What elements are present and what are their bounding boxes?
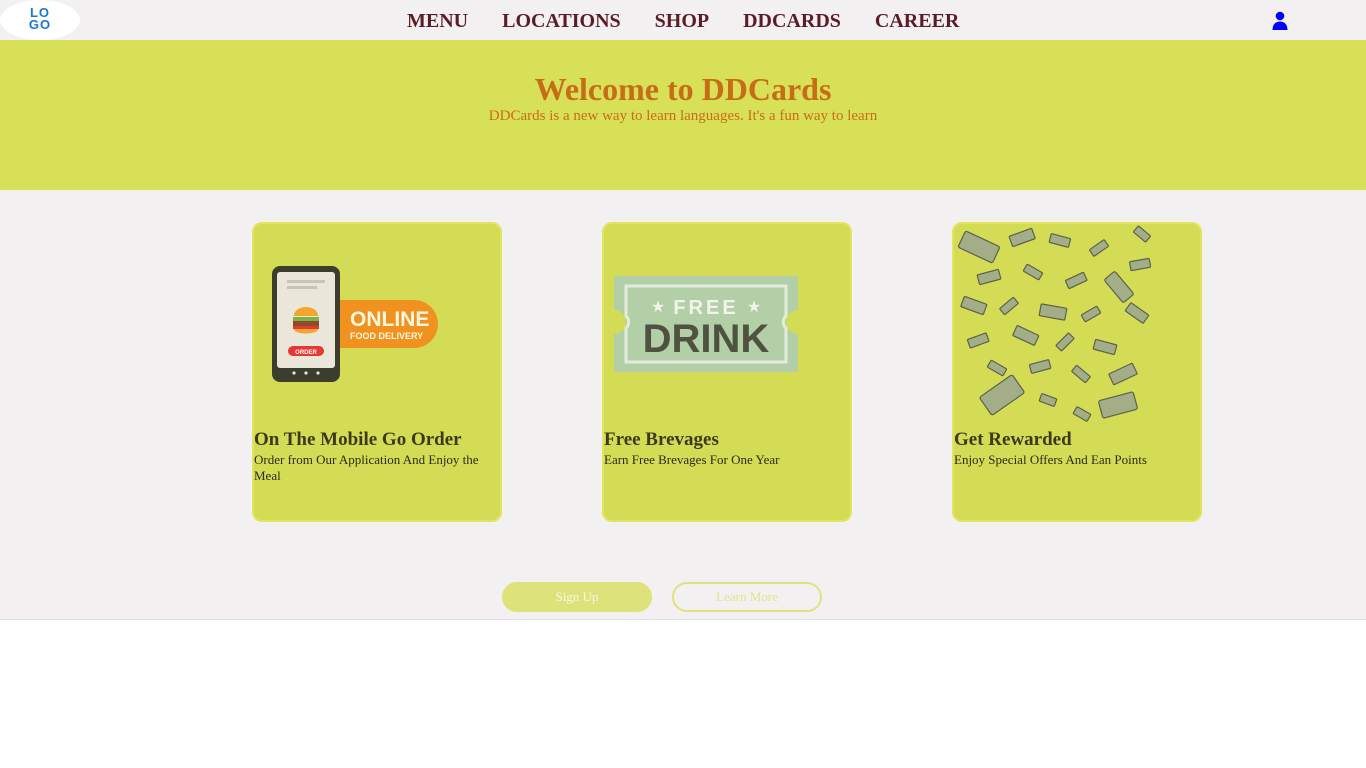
user-icon[interactable]: [1271, 11, 1289, 31]
hero-title: Welcome to DDCards: [534, 71, 832, 107]
star-icon: ★: [651, 299, 665, 316]
hero-subtitle: DDCards is a new way to learn languages.…: [488, 108, 878, 124]
card-description: Earn Free Brevages For One Year: [604, 452, 780, 467]
hero-banner: Welcome to DDCards DDCards is a new way …: [0, 40, 1366, 190]
star-icon: ★: [747, 299, 761, 316]
card-description: Order from Our Application And Enjoy the…: [254, 452, 479, 483]
order-word: ORDER: [295, 350, 317, 356]
features-section: ONLINE FOOD DELIVERY ORDER On The Mobile…: [0, 190, 1366, 620]
feature-card-mobile-order[interactable]: ONLINE FOOD DELIVERY ORDER On The Mobile…: [252, 222, 502, 522]
nav-item-locations[interactable]: LOCATIONS: [502, 8, 621, 34]
drink-word: DRINK: [643, 317, 770, 361]
nav-item-career[interactable]: CAREER: [875, 8, 959, 34]
nav-item-shop[interactable]: SHOP: [655, 8, 709, 34]
free-word: FREE: [673, 297, 738, 319]
card-title: On The Mobile Go Order: [254, 429, 462, 450]
card-description: Enjoy Special Offers And Ean Points: [954, 452, 1147, 467]
main-nav: MENU LOCATIONS SHOP DDCARDS CAREER: [407, 8, 959, 34]
mobile-order-icon: ONLINE FOOD DELIVERY ORDER: [272, 266, 438, 382]
logo[interactable]: LOGO: [0, 0, 80, 40]
free-drink-ticket-icon: FREE DRINK ★ ★: [614, 276, 798, 372]
falling-money-icon: [958, 225, 1152, 422]
logo-text: LOGO: [28, 5, 52, 32]
learn-more-button[interactable]: Learn More: [672, 582, 822, 612]
nav-item-ddcards[interactable]: DDCARDS: [743, 8, 841, 34]
online-word: ONLINE: [350, 308, 429, 331]
top-navbar: LOGO MENU LOCATIONS SHOP DDCARDS CAREER: [0, 0, 1366, 40]
card-title: Get Rewarded: [954, 429, 1072, 450]
feature-card-free-drink[interactable]: FREE DRINK ★ ★ Free Brevages Earn Free B…: [602, 222, 852, 522]
card-title: Free Brevages: [604, 429, 719, 450]
sign-up-button[interactable]: Sign Up: [502, 582, 652, 612]
food-delivery-word: FOOD DELIVERY: [350, 331, 423, 341]
nav-item-menu[interactable]: MENU: [407, 8, 468, 34]
page: LOGO MENU LOCATIONS SHOP DDCARDS CAREER …: [0, 0, 1366, 768]
feature-card-rewards[interactable]: Get Rewarded Enjoy Special Offers And Ea…: [952, 222, 1202, 522]
